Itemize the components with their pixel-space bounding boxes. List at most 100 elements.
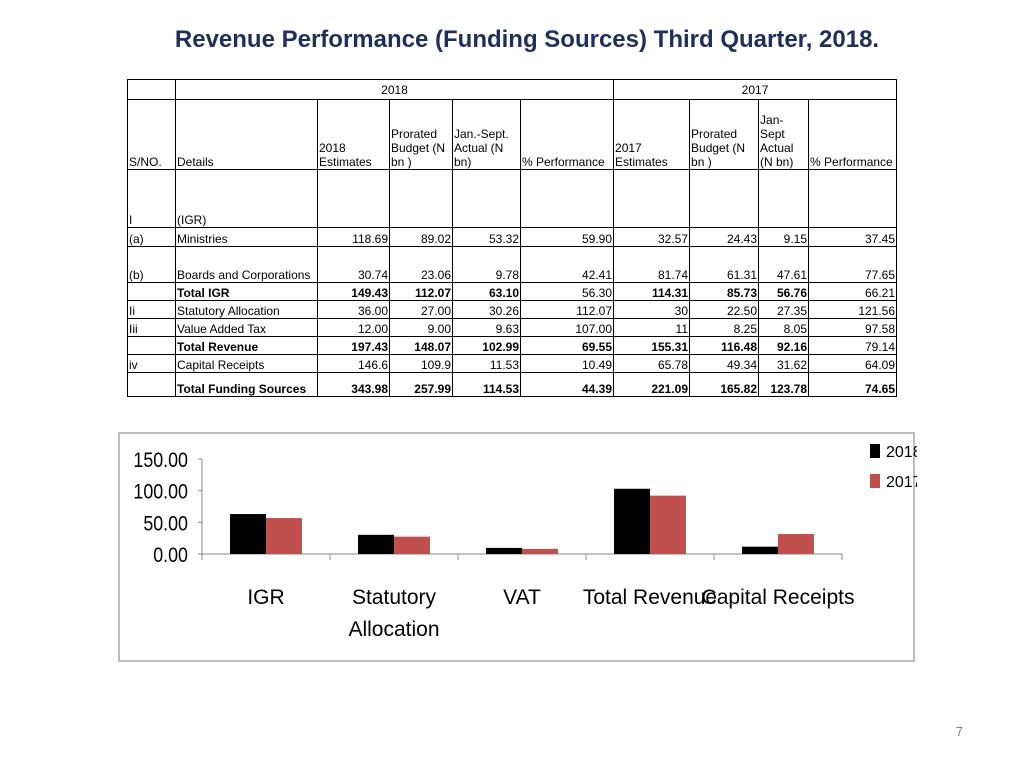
row-details: Total IGR (175, 282, 318, 301)
row-value: 69.55 (519, 336, 615, 355)
header-perf-2017: % Performance (808, 99, 898, 170)
row-value: 49.34 (689, 354, 760, 373)
row-value: 30.74 (317, 246, 390, 283)
row-sno: iv (127, 354, 176, 373)
bar-chart-svg: 0.00 50.00 100.00 150.00 IGR Statutory Allocat… (133, 444, 917, 641)
y-tick-label: 100.00 (133, 480, 188, 504)
row-value: 10.49 (519, 354, 615, 373)
row-value: 112.07 (389, 282, 453, 301)
table-row: Ii Statutory Allocation 36.00 27.00 30.26 112… (127, 300, 898, 319)
bar-2018-igr (230, 514, 266, 554)
row-sno: I (127, 169, 176, 228)
row-value: 97.58 (808, 318, 898, 337)
row-value: 8.25 (689, 318, 760, 337)
row-value: 22.50 (689, 300, 760, 319)
header-actual-2018: Jan.-Sept. Actual (N bn) (452, 99, 521, 170)
table-row: (a) Ministries 118.69 89.02 53.32 59.90 32.57 2… (127, 227, 898, 247)
row-details: Total Revenue (175, 336, 318, 355)
bar-chart: 0.00 50.00 100.00 150.00 IGR Statutory Allocat… (118, 432, 917, 662)
row-value: 221.09 (613, 372, 691, 397)
row-value: 114.53 (452, 372, 521, 397)
bar-2018-vat (486, 547, 522, 554)
row-value: 9.00 (389, 318, 453, 337)
row-sno: (a) (127, 227, 176, 247)
y-tick-label: 50.00 (143, 512, 188, 536)
row-value: 59.90 (519, 227, 615, 247)
row-value: 116.48 (689, 336, 760, 355)
x-category-label: IGR (247, 586, 284, 609)
row-value: 31.62 (758, 354, 810, 373)
row-sno (127, 282, 176, 301)
row-value: 56.30 (519, 282, 615, 301)
row-details: Total Funding Sources (175, 372, 318, 397)
row-value: 118.69 (317, 227, 390, 247)
table-row: iv Capital Receipts 146.6 109.9 11.53 10.49 65… (127, 354, 898, 373)
row-value: 66.21 (808, 282, 898, 301)
header-perf-2018: % Performance (519, 99, 615, 170)
row-value: 61.31 (689, 246, 760, 283)
row-details: Statutory Allocation (175, 300, 318, 319)
row-value: 30.26 (452, 300, 521, 319)
table-row: Total Funding Sources 343.98 257.99 114.53 4… (127, 372, 898, 397)
row-value: 74.65 (808, 372, 898, 397)
row-value: 81.74 (613, 246, 691, 283)
row-details: (IGR) (175, 169, 318, 228)
row-value: 12.00 (317, 318, 390, 337)
row-value: 89.02 (389, 227, 453, 247)
header-est-2018: 2018 Estimates (317, 99, 390, 170)
row-value: 343.98 (317, 372, 390, 397)
column-header-row: S/NO. Details 2018 Estimates Prorated Bu… (127, 99, 898, 170)
row-value (758, 169, 810, 228)
row-value: 53.32 (452, 227, 521, 247)
y-tick-label: 0.00 (153, 544, 188, 568)
row-value: 149.43 (317, 282, 390, 301)
row-sno: (b) (127, 246, 176, 283)
row-sno: Iii (127, 318, 176, 337)
row-value: 92.16 (758, 336, 810, 355)
row-value: 9.15 (758, 227, 810, 247)
row-value: 37.45 (808, 227, 898, 247)
row-value: 56.76 (758, 282, 810, 301)
legend-label-2018: 2018 (886, 444, 917, 461)
row-value: 32.57 (613, 227, 691, 247)
row-value: 9.63 (452, 318, 521, 337)
page-number: 7 (955, 724, 963, 739)
header-actual-2017: Jan-Sept Actual (N bn) (758, 99, 810, 170)
row-value: 65.78 (613, 354, 691, 373)
legend-swatch-2018 (870, 444, 880, 458)
row-value (613, 169, 691, 228)
row-value: 9.78 (452, 246, 521, 283)
row-value (317, 169, 390, 228)
header-prorated-2018: Prorated Budget (N bn ) (389, 99, 453, 170)
bar-2017-vat (522, 548, 558, 554)
table-row: Total IGR 149.43 112.07 63.10 56.30 114.31 85.… (127, 282, 898, 301)
header-sno: S/NO. (127, 99, 176, 170)
table-row: Total Revenue 197.43 148.07 102.99 69.55 155.… (127, 336, 898, 355)
row-value: 8.05 (758, 318, 810, 337)
bar-2017-capital-receipts (778, 533, 814, 554)
year-header-2018: 2018 (174, 79, 615, 100)
row-value: 107.00 (519, 318, 615, 337)
bar-2018-capital-receipts (742, 546, 778, 554)
row-value: 63.10 (452, 282, 521, 301)
table-row: I (IGR) (127, 169, 898, 228)
x-category-label: Capital Receipts (702, 586, 855, 609)
row-value: 148.07 (389, 336, 453, 355)
row-value: 85.73 (689, 282, 760, 301)
legend-label-2017: 2017 (886, 474, 917, 491)
row-value: 27.35 (758, 300, 810, 319)
row-value: 36.00 (317, 300, 390, 319)
table-row: Iii Value Added Tax 12.00 9.00 9.63 107.00 11 8… (127, 318, 898, 337)
legend-swatch-2017 (870, 474, 880, 488)
row-value (452, 169, 521, 228)
row-details: Capital Receipts (175, 354, 318, 373)
year-header-row: 2018 2017 (127, 79, 898, 100)
row-value (808, 169, 898, 228)
y-tick-label: 150.00 (133, 449, 188, 473)
row-value (519, 169, 615, 228)
header-prorated-2017: Prorated Budget (N bn ) (689, 99, 760, 170)
row-value: 165.82 (689, 372, 760, 397)
row-value: 112.07 (519, 300, 615, 319)
bar-2018-total-revenue (614, 488, 650, 554)
x-category-label: VAT (503, 586, 541, 609)
